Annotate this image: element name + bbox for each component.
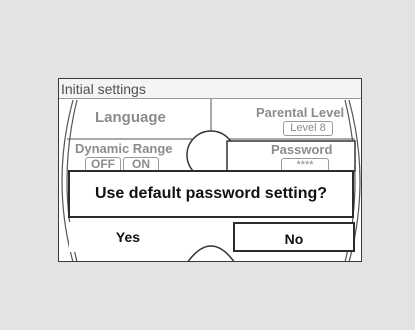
yes-button[interactable]: Yes <box>69 222 187 252</box>
settings-screen: Initial settings Language Parental Level… <box>58 78 362 262</box>
menu-item-language[interactable]: Language <box>95 109 166 126</box>
menu-item-password[interactable]: Password <box>271 142 332 157</box>
no-button[interactable]: No <box>233 222 355 252</box>
menu-item-parental-level[interactable]: Parental Level <box>256 105 344 120</box>
confirm-dialog-message: Use default password setting? <box>68 170 354 218</box>
parental-level-value: Level 8 <box>283 121 333 136</box>
menu-item-dynamic-range[interactable]: Dynamic Range <box>75 141 173 156</box>
